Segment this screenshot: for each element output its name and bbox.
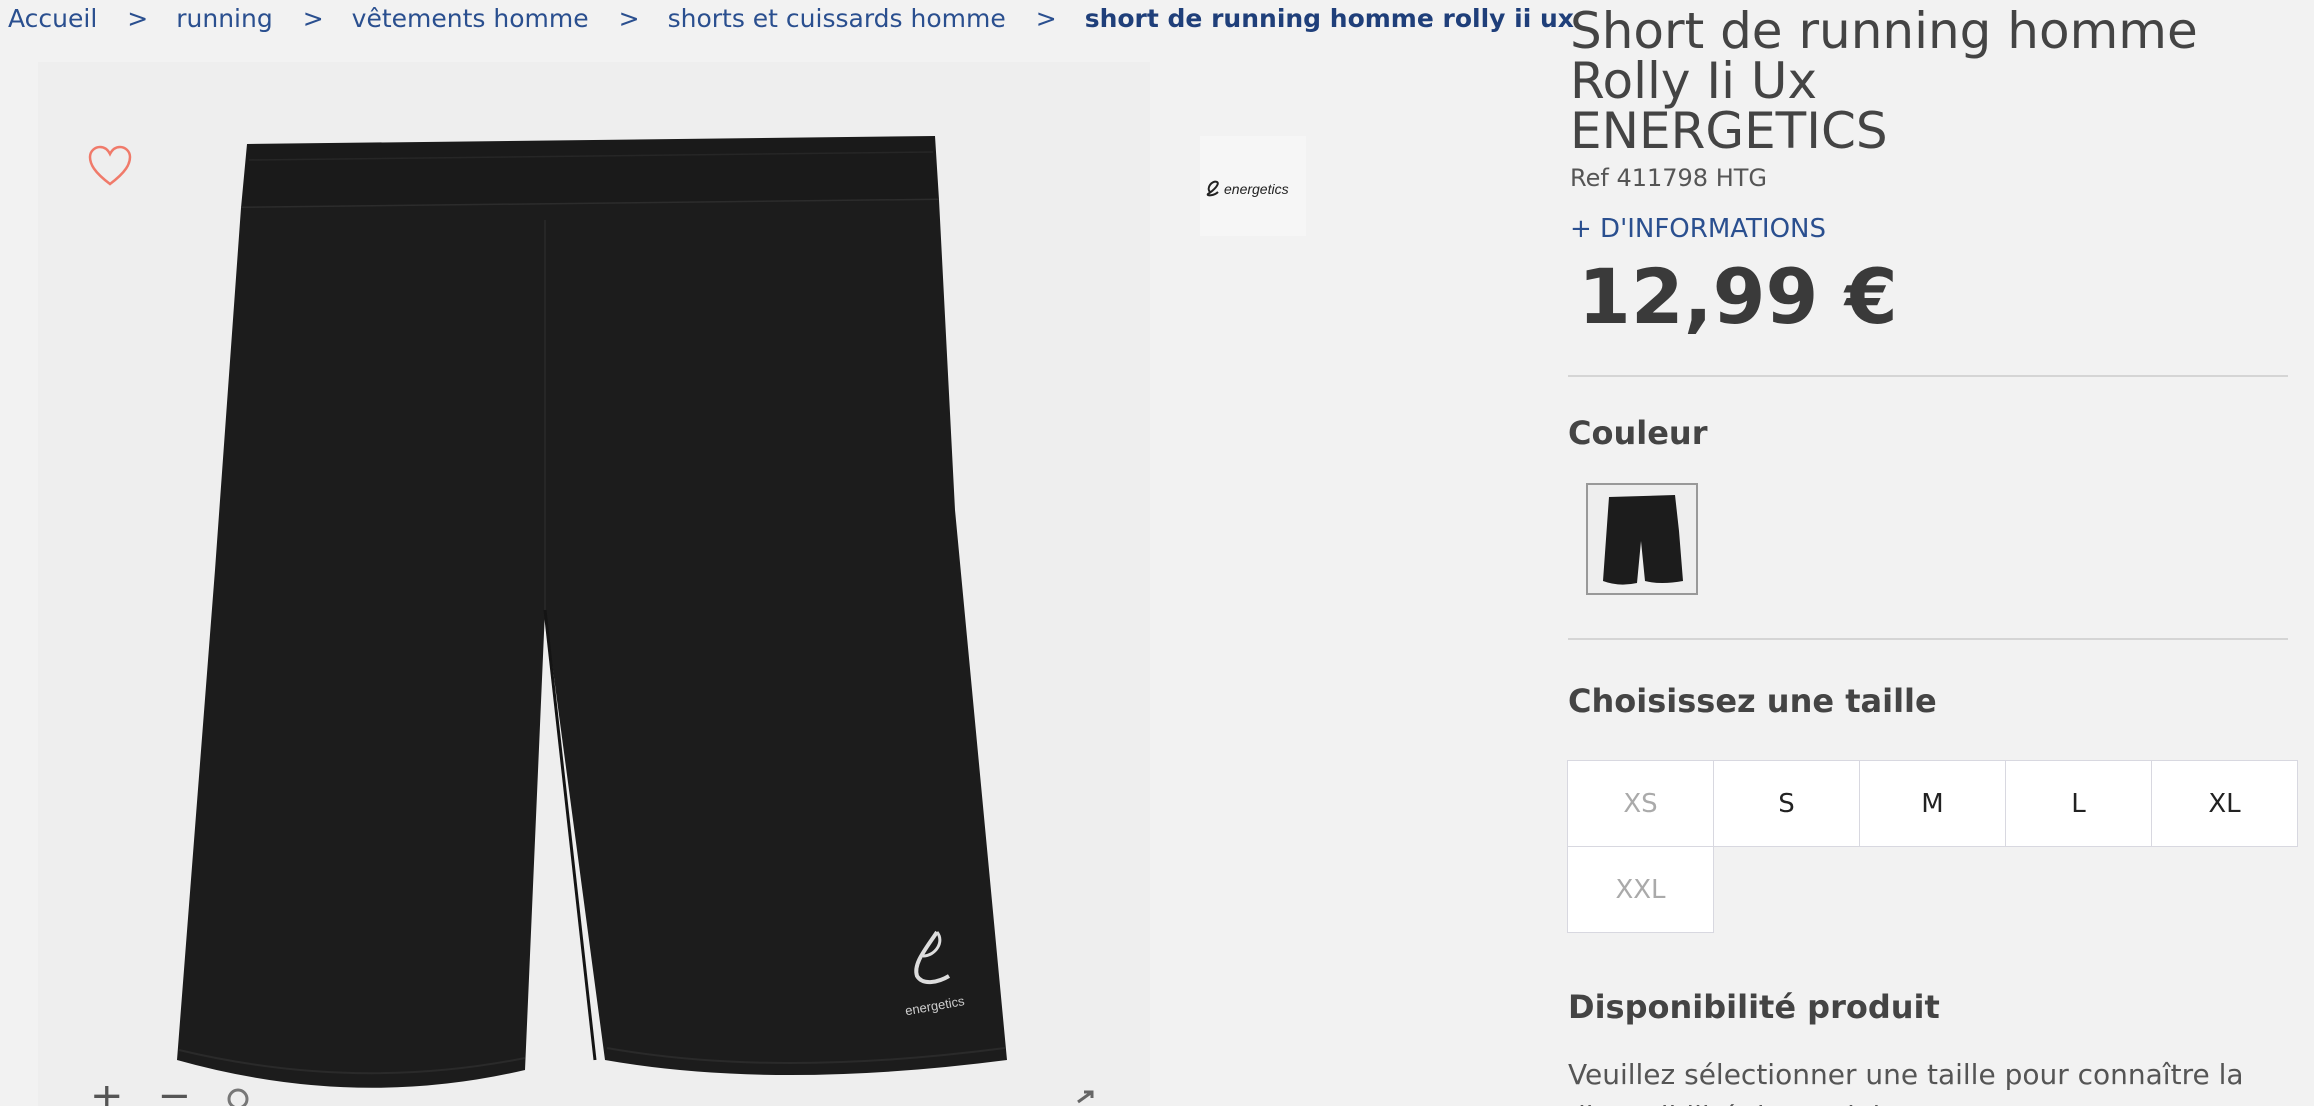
energetics-logo-icon: energetics xyxy=(1206,180,1289,197)
size-option-xl[interactable]: XL xyxy=(2151,760,2298,847)
breadcrumb-separator: > xyxy=(302,3,324,33)
breadcrumb: Accueil > running > vêtements homme > sh… xyxy=(8,0,1574,36)
availability-text: Veuillez sélectionner une taille pour co… xyxy=(1568,1058,2244,1106)
wishlist-heart-icon[interactable] xyxy=(86,142,134,190)
size-option-s[interactable]: S xyxy=(1713,760,1860,847)
image-tools: + − xyxy=(90,1086,255,1106)
breadcrumb-current: short de running homme rolly ii ux xyxy=(1084,3,1574,33)
fullscreen-icon[interactable] xyxy=(1072,1088,1098,1106)
breadcrumb-running[interactable]: running xyxy=(176,4,272,33)
product-name: Short de running homme Rolly Ii Ux xyxy=(1570,2,2198,110)
color-swatch-image xyxy=(1603,495,1683,585)
product-image[interactable]: energetics xyxy=(165,130,1025,1106)
color-section-title: Couleur xyxy=(1568,414,1708,452)
more-info-link[interactable]: + D'INFORMATIONS xyxy=(1570,214,1826,244)
product-price: 12,99 € xyxy=(1578,252,1898,341)
color-swatch-black[interactable] xyxy=(1586,483,1698,595)
product-brand[interactable]: ENERGETICS xyxy=(1570,106,2310,156)
size-option-xs[interactable]: XS xyxy=(1567,760,1714,847)
product-reference: Ref 411798 HTG xyxy=(1570,164,1767,192)
divider xyxy=(1568,375,2288,377)
breadcrumb-vetements-homme[interactable]: vêtements homme xyxy=(352,4,589,33)
product-title: Short de running homme Rolly Ii Ux ENERG… xyxy=(1570,6,2310,156)
zoom-in-icon[interactable]: + xyxy=(90,1086,124,1106)
divider xyxy=(1568,638,2288,640)
size-section-title: Choisissez une taille xyxy=(1568,682,1937,720)
breadcrumb-home[interactable]: Accueil xyxy=(8,4,97,33)
availability-section-title: Disponibilité produit xyxy=(1568,988,1940,1026)
size-grid: XS S M L XL XXL xyxy=(1567,760,2299,933)
breadcrumb-separator: > xyxy=(1035,3,1057,33)
size-option-m[interactable]: M xyxy=(1859,760,2006,847)
size-option-xxl[interactable]: XXL xyxy=(1567,846,1714,933)
breadcrumb-separator: > xyxy=(127,3,149,33)
search-icon[interactable] xyxy=(225,1086,255,1106)
svg-text:energetics: energetics xyxy=(1224,181,1289,197)
brand-logo[interactable]: energetics xyxy=(1200,136,1306,236)
size-option-l[interactable]: L xyxy=(2005,760,2152,847)
breadcrumb-shorts[interactable]: shorts et cuissards homme xyxy=(668,4,1006,33)
breadcrumb-separator: > xyxy=(618,3,640,33)
zoom-out-icon[interactable]: − xyxy=(158,1086,192,1106)
